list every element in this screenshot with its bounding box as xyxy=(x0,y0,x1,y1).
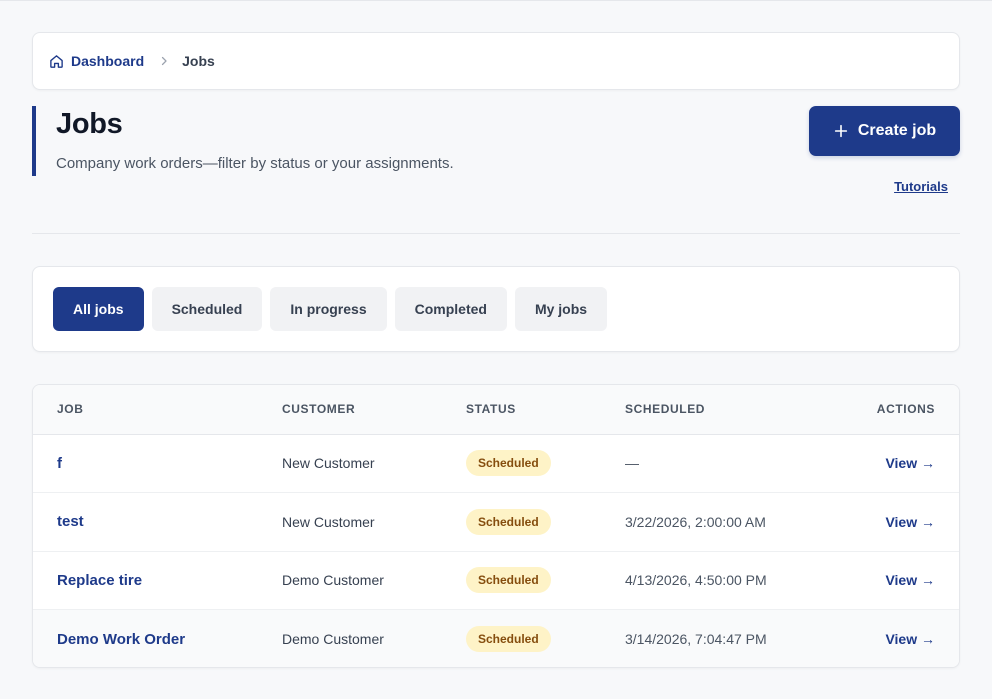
filter-scheduled[interactable]: Scheduled xyxy=(151,287,263,331)
scheduled-cell: 3/14/2026, 7:04:47 PM xyxy=(625,631,767,647)
scheduled-cell: 3/22/2026, 2:00:00 AM xyxy=(625,513,766,530)
view-job-link[interactable]: View → xyxy=(885,514,935,530)
page-subtitle: Company work orders—filter by status or … xyxy=(56,155,454,172)
job-name-link[interactable]: Demo Work Order xyxy=(57,631,185,648)
jobs-table-card: JOB CUSTOMER STATUS SCHEDULED ACTIONS f … xyxy=(32,384,960,668)
filter-my-jobs[interactable]: My jobs xyxy=(514,287,608,331)
jobs-table: JOB CUSTOMER STATUS SCHEDULED ACTIONS f … xyxy=(33,385,959,667)
tutorials-link[interactable]: Tutorials xyxy=(894,179,948,194)
job-name-link[interactable]: f xyxy=(57,455,62,472)
status-badge: Scheduled xyxy=(466,626,551,652)
page-header: Jobs Company work orders—filter by statu… xyxy=(32,106,960,194)
section-divider xyxy=(32,233,960,234)
scheduled-cell: — xyxy=(625,455,639,472)
breadcrumb: Dashboard Jobs xyxy=(32,32,960,90)
filter-completed[interactable]: Completed xyxy=(394,287,507,331)
job-name-link[interactable]: Replace tire xyxy=(57,572,142,589)
customer-cell: New Customer xyxy=(282,513,375,530)
scheduled-cell: 4/13/2026, 4:50:00 PM xyxy=(625,572,767,589)
view-job-link[interactable]: View → xyxy=(885,631,935,647)
plus-icon xyxy=(834,124,848,138)
table-row: Replace tire Demo Customer Scheduled 4/1… xyxy=(33,551,959,610)
chevron-right-icon xyxy=(158,55,170,67)
header-accent-bar xyxy=(32,106,36,176)
customer-cell: New Customer xyxy=(282,455,375,472)
create-job-label: Create job xyxy=(857,122,937,139)
table-row: test New Customer Scheduled 3/22/2026, 2… xyxy=(33,493,959,551)
job-name-link[interactable]: test xyxy=(57,513,84,530)
column-header-scheduled: SCHEDULED xyxy=(625,402,706,417)
status-badge: Scheduled xyxy=(466,508,551,535)
column-header-job: JOB xyxy=(57,402,84,417)
customer-cell: Demo Customer xyxy=(282,572,384,589)
table-row: Demo Work Order Demo Customer Scheduled … xyxy=(33,609,959,667)
status-badge: Scheduled xyxy=(466,567,551,594)
breadcrumb-dashboard-link[interactable]: Dashboard xyxy=(49,53,144,69)
page-title: Jobs xyxy=(56,108,123,140)
view-job-link[interactable]: View → xyxy=(885,455,935,471)
column-header-customer: CUSTOMER xyxy=(282,402,356,417)
create-job-button[interactable]: Create job xyxy=(809,106,960,156)
home-icon xyxy=(50,54,63,68)
filter-in-progress[interactable]: In progress xyxy=(270,287,387,331)
breadcrumb-dashboard-label: Dashboard xyxy=(71,53,145,69)
column-header-status: STATUS xyxy=(466,402,516,417)
filter-bar: All jobs Scheduled In progress Completed… xyxy=(32,266,960,352)
status-badge: Scheduled xyxy=(466,450,551,477)
filter-all-jobs[interactable]: All jobs xyxy=(53,287,144,331)
customer-cell: Demo Customer xyxy=(282,631,384,647)
table-header-row: JOB CUSTOMER STATUS SCHEDULED ACTIONS xyxy=(33,385,959,434)
column-header-actions: ACTIONS xyxy=(876,402,935,417)
view-job-link[interactable]: View → xyxy=(885,572,935,588)
table-row: f New Customer Scheduled — View → xyxy=(33,434,959,493)
breadcrumb-current: Jobs xyxy=(182,53,215,69)
